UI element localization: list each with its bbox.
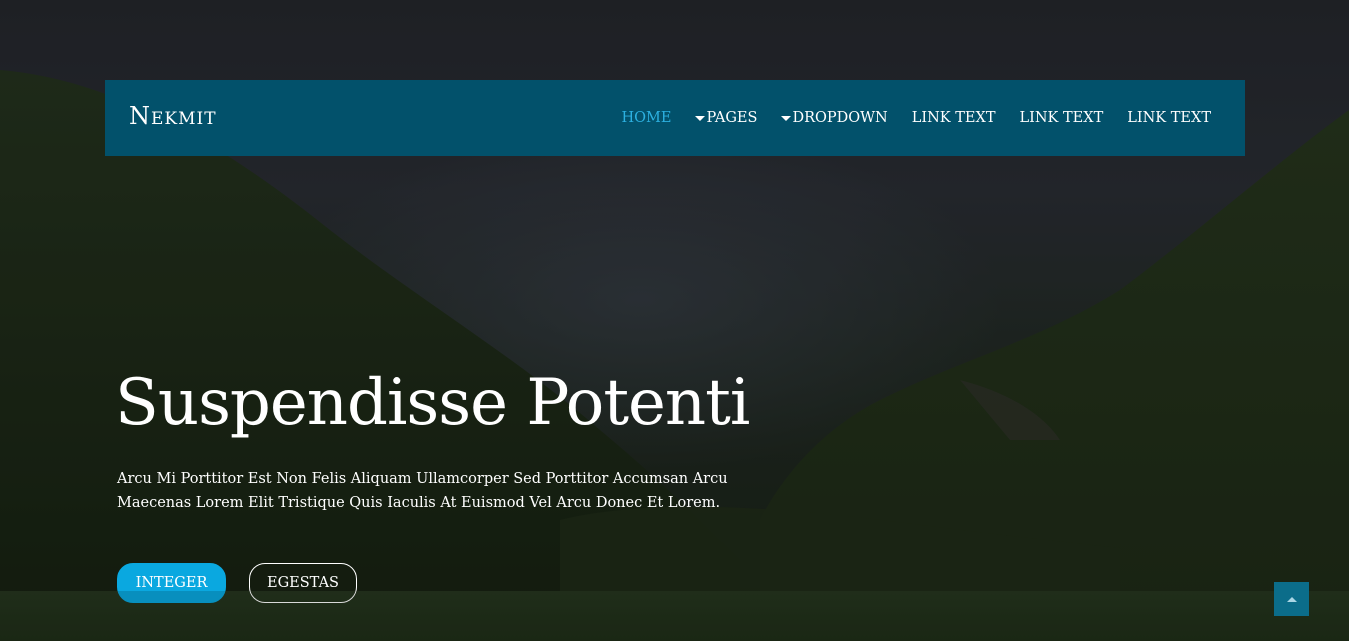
caret-down-icon	[695, 116, 706, 121]
hero-lead-text: Arcu Mi Porttitor Est Non Felis Aliquam …	[117, 471, 728, 511]
scroll-to-top-button[interactable]	[1274, 582, 1309, 616]
nav-links: HOME PAGES DROPDOWN LINK TEXT LINK TEXT …	[597, 80, 1211, 156]
nav-item-link-3[interactable]: LINK TEXT	[1127, 110, 1211, 126]
nav-item-label: LINK TEXT	[1019, 110, 1104, 126]
hero-headline: Suspendisse Potenti	[115, 366, 750, 440]
integer-button-label: INTEGER	[135, 575, 208, 591]
brand-logo[interactable]: Nekmit	[129, 98, 217, 134]
nav-item-label: HOME	[621, 110, 672, 126]
nav-item-link-2[interactable]: LINK TEXT	[1020, 110, 1104, 126]
nav-item-pages[interactable]: PAGES	[695, 110, 757, 126]
nav-item-dropdown[interactable]: DROPDOWN	[781, 110, 888, 126]
nav-item-home[interactable]: HOME	[621, 110, 671, 126]
nav-item-link-1[interactable]: LINK TEXT	[912, 110, 996, 126]
nav-item-label: PAGES	[706, 110, 758, 126]
caret-up-icon	[1286, 596, 1297, 602]
navbar: Nekmit HOME PAGES DROPDOWN LINK TEXT LIN…	[105, 80, 1245, 156]
nav-item-label: DROPDOWN	[792, 110, 888, 126]
egestas-button-label: EGESTAS	[267, 575, 339, 591]
nav-item-label: LINK TEXT	[911, 110, 996, 126]
bottom-band	[0, 591, 1349, 641]
hero-section: Nekmit HOME PAGES DROPDOWN LINK TEXT LIN…	[0, 0, 1349, 641]
caret-down-icon	[781, 116, 792, 121]
nav-item-label: LINK TEXT	[1127, 110, 1211, 126]
